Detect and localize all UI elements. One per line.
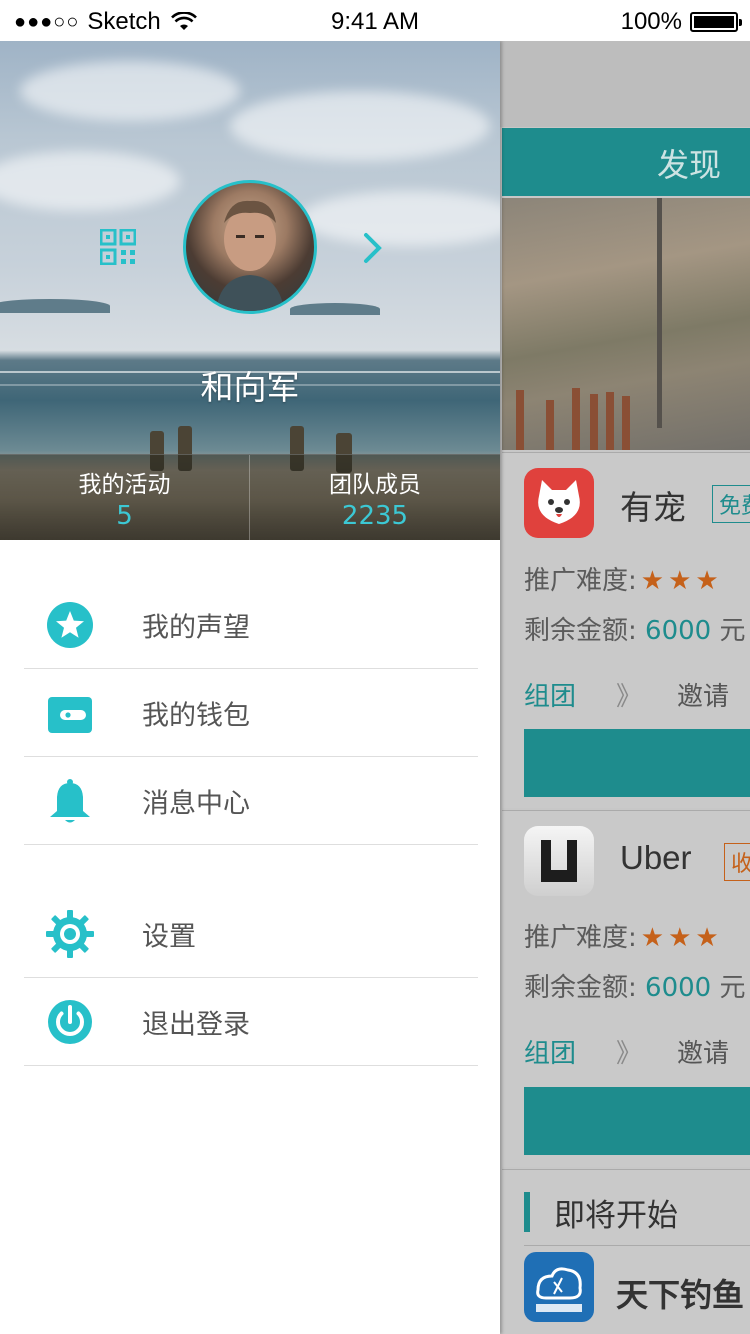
fishing-app-icon xyxy=(524,1252,594,1322)
upcoming-section: 即将开始 天下钓鱼 xyxy=(502,1169,750,1334)
avatar[interactable] xyxy=(183,180,317,314)
chevron-right-icon[interactable] xyxy=(360,231,386,265)
remaining-row: 剩余金额: 6000 元 xyxy=(524,610,745,647)
profile-header: 和向军 我的活动 5 团队成员 2235 xyxy=(0,41,500,540)
star-icon: ★ xyxy=(668,923,692,953)
remaining-amount: 6000 xyxy=(645,616,712,646)
star-icon: ★ xyxy=(668,566,692,596)
menu-label: 设置 xyxy=(142,921,196,952)
star-icon xyxy=(47,601,93,648)
stat-team-members[interactable]: 团队成员 2235 xyxy=(250,455,500,540)
stat-label: 团队成员 xyxy=(329,472,421,498)
star-icon: ★ xyxy=(695,923,719,953)
invite-link[interactable]: 邀请 xyxy=(677,1039,729,1069)
wallet-icon xyxy=(48,696,92,733)
difficulty-label: 推广难度: xyxy=(524,566,637,596)
star-icon: ★ xyxy=(640,566,665,596)
app-name: Uber xyxy=(620,839,692,876)
star-icon: ★ xyxy=(640,923,665,953)
difficulty-row: 推广难度: ★ ★ ★ xyxy=(524,917,719,954)
action-button[interactable] xyxy=(524,1087,750,1155)
user-name: 和向军 xyxy=(200,368,300,407)
invite-link[interactable]: 邀请 xyxy=(677,682,729,712)
uber-app-icon xyxy=(524,826,594,896)
price-badge: 收费 xyxy=(724,843,750,881)
qr-code-icon[interactable] xyxy=(100,229,136,265)
discover-tab-bar[interactable]: 发现 xyxy=(502,128,750,196)
menu-item-settings[interactable]: 设置 xyxy=(24,890,478,978)
section-marker xyxy=(524,1192,530,1232)
drawer-menu: 我的声望 我的钱包 消息中心 设置 退出登录 xyxy=(24,581,478,1066)
star-icon: ★ xyxy=(695,566,719,596)
menu-item-messages[interactable]: 消息中心 xyxy=(24,757,478,845)
status-bar: ●●●○○ Sketch 9:41 AM 100% xyxy=(0,0,750,41)
profile-stats: 我的活动 5 团队成员 2235 xyxy=(0,454,500,540)
stat-label: 我的活动 xyxy=(78,472,171,498)
price-badge: 免费 xyxy=(712,485,750,523)
stat-activities[interactable]: 我的活动 5 xyxy=(0,455,250,540)
menu-label: 退出登录 xyxy=(142,1009,250,1040)
chevron-double-right-icon: 》 xyxy=(616,1039,643,1069)
team-row: 组团 》 邀请 xyxy=(524,676,729,713)
team-link[interactable]: 组团 xyxy=(524,682,576,712)
remaining-row: 剩余金额: 6000 元 xyxy=(524,967,745,1004)
team-row: 组团 》 邀请 xyxy=(524,1033,729,1070)
tab-discover[interactable]: 发现 xyxy=(657,140,721,186)
banner-image[interactable] xyxy=(502,198,750,450)
bell-icon xyxy=(50,778,90,822)
dog-app-icon xyxy=(524,468,594,538)
menu-item-wallet[interactable]: 我的钱包 xyxy=(24,669,478,757)
promo-card[interactable]: 有宠 免费 推广难度:★★★ 剩余金额: 6000 元 组团》邀请 xyxy=(502,452,750,808)
app-name: 有宠 xyxy=(620,488,686,527)
difficulty-label: 推广难度: xyxy=(524,923,637,953)
side-drawer: 和向军 我的活动 5 团队成员 2235 我的声望 我的钱包 消息中心 设置 退… xyxy=(0,41,500,1334)
page-header xyxy=(500,41,750,127)
menu-label: 我的声望 xyxy=(142,612,250,643)
remaining-label: 剩余金额: xyxy=(524,973,637,1003)
chevron-double-right-icon: 》 xyxy=(616,682,643,712)
stat-value: 5 xyxy=(116,501,133,531)
menu-label: 我的钱包 xyxy=(142,700,250,731)
action-button[interactable] xyxy=(524,729,750,797)
team-link[interactable]: 组团 xyxy=(524,1039,576,1069)
menu-label: 消息中心 xyxy=(142,788,250,819)
gear-icon xyxy=(46,909,94,958)
section-title: 即将开始 xyxy=(554,1198,678,1234)
battery-percent: 100% xyxy=(620,8,682,35)
currency-unit: 元 xyxy=(719,973,746,1003)
battery-icon xyxy=(690,12,742,32)
menu-item-reputation[interactable]: 我的声望 xyxy=(24,581,478,669)
remaining-amount: 6000 xyxy=(645,973,712,1003)
stat-value: 2235 xyxy=(341,501,409,531)
difficulty-row: 推广难度: ★ ★ ★ xyxy=(524,560,719,597)
power-icon xyxy=(48,999,92,1044)
discover-page: 发现 有宠 免费 推广难度:★★★ 剩余金额: 6000 元 xyxy=(500,41,750,1334)
currency-unit: 元 xyxy=(719,616,746,646)
remaining-label: 剩余金额: xyxy=(524,616,637,646)
promo-card[interactable]: Uber 收费 推广难度:★★★ 剩余金额: 6000 元 组团》邀请 xyxy=(502,810,750,1167)
menu-item-logout[interactable]: 退出登录 xyxy=(24,978,478,1066)
upcoming-app-name[interactable]: 天下钓鱼 xyxy=(616,1270,744,1316)
